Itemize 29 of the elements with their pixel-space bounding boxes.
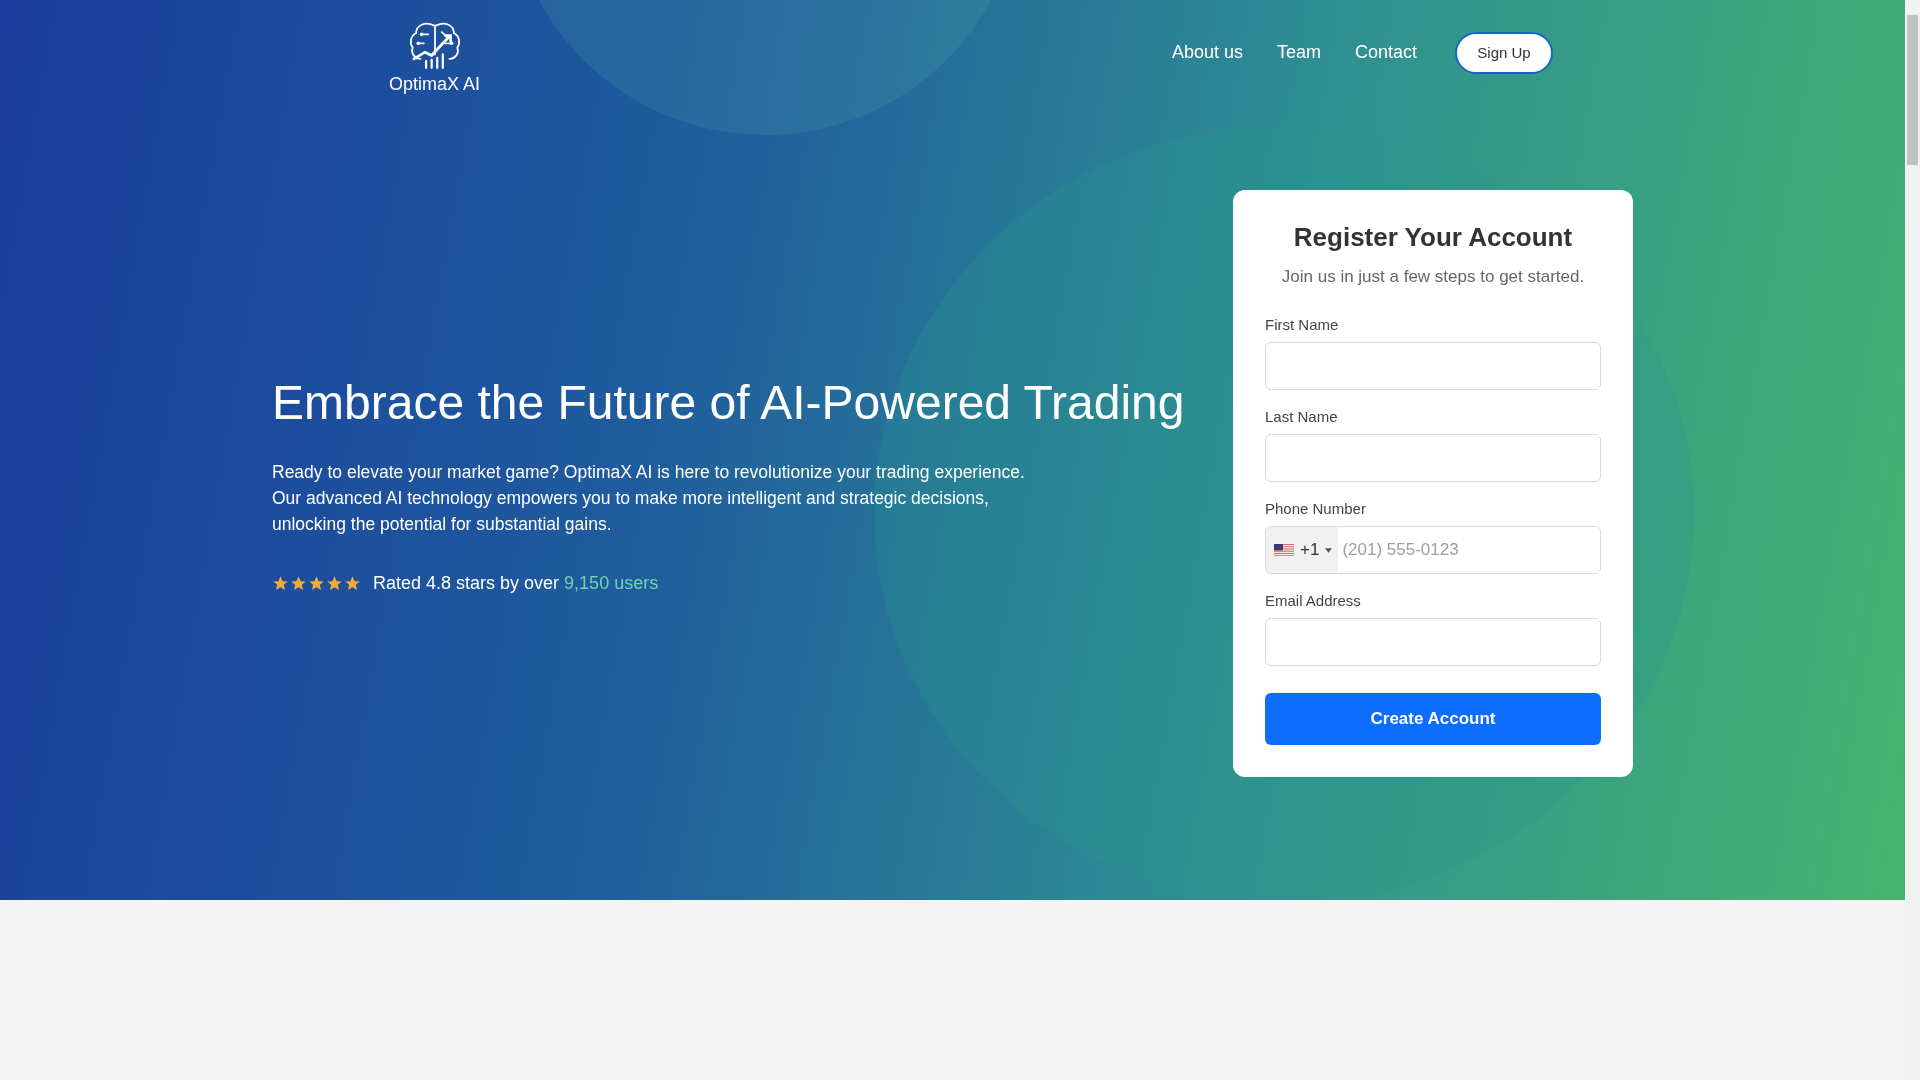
form-title: Register Your Account xyxy=(1292,221,1574,254)
nav-link[interactable]: About us xyxy=(1171,42,1243,63)
star-icon xyxy=(326,575,343,592)
user-count: 9,150 users xyxy=(564,573,659,594)
nav-link[interactable]: Team xyxy=(1276,42,1321,63)
logo[interactable]: OptimaX AI xyxy=(389,20,481,95)
field-label: First Name xyxy=(1265,316,1340,334)
flag-icon xyxy=(1274,544,1294,556)
star-icon xyxy=(290,575,307,592)
input-field[interactable] xyxy=(1265,618,1601,666)
rating-text: Rated 4.8 stars by over xyxy=(373,573,560,594)
nav-link[interactable]: Contact xyxy=(1354,42,1417,63)
form-subtitle: Join us in just a few steps to get started. xyxy=(1280,266,1586,288)
field-label: Phone Number xyxy=(1265,500,1367,518)
input-field[interactable] xyxy=(1265,342,1601,390)
hero-paragraph: Ready to elevate your market game? OptimaX AI is here to revolutionize your trading experience. Our advanced AI technology empowers you to make more intelligent and strategic decisions, unlocking the potential for substantial gains. xyxy=(272,461,1026,536)
input-field[interactable] xyxy=(1265,434,1601,482)
star-icon xyxy=(344,575,361,592)
hero-heading: Embrace the Future of AI-Powered Trading xyxy=(272,375,1185,431)
phone-field[interactable]: +1 (201) 555-0123 xyxy=(1265,526,1601,574)
logo-text: OptimaX AI xyxy=(389,73,481,95)
caret-icon xyxy=(1325,547,1333,553)
star-icon xyxy=(308,575,325,592)
sign-up-button[interactable]: Sign Up xyxy=(1455,31,1553,74)
field-label: Last Name xyxy=(1265,408,1339,426)
field-label: Email Address xyxy=(1265,592,1362,610)
country-code-button[interactable]: +1 xyxy=(1266,527,1339,573)
star-icon xyxy=(272,575,289,592)
create-account-button[interactable]: Create Account xyxy=(1265,693,1601,745)
